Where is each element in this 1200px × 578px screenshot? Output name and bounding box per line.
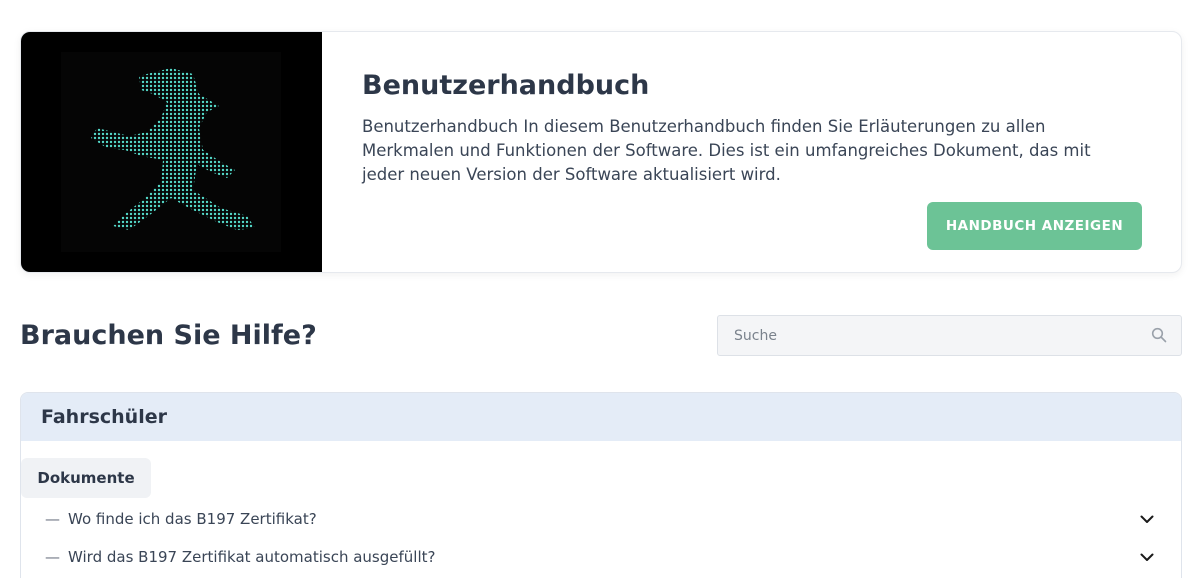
search-icon[interactable] <box>1151 327 1167 343</box>
tab-documents[interactable]: Dokumente <box>21 458 151 498</box>
search-box <box>717 315 1182 356</box>
dash-marker: — <box>45 510 60 528</box>
chevron-down-icon[interactable] <box>1139 511 1155 527</box>
show-manual-button[interactable]: HANDBUCH ANZEIGEN <box>927 202 1142 250</box>
faq-item[interactable]: — Wo finde ich das B197 Zertifikat? <box>45 507 1155 531</box>
dash-marker: — <box>45 548 60 566</box>
panel-header: Fahrschüler <box>21 393 1181 441</box>
faq-panel: Fahrschüler Dokumente — Wo finde ich das… <box>20 392 1182 578</box>
faq-question[interactable]: Wird das B197 Zertifikat automatisch aus… <box>68 548 1139 566</box>
ampelmann-image <box>21 32 322 272</box>
faq-question[interactable]: Wo finde ich das B197 Zertifikat? <box>68 510 1139 528</box>
faq-item[interactable]: — Wird das B197 Zertifikat automatisch a… <box>45 545 1155 569</box>
chevron-down-icon[interactable] <box>1139 549 1155 565</box>
help-heading: Brauchen Sie Hilfe? <box>20 320 317 351</box>
manual-card: Benutzerhandbuch Benutzerhandbuch In die… <box>20 31 1182 273</box>
manual-title: Benutzerhandbuch <box>362 70 650 101</box>
manual-description: Benutzerhandbuch In diesem Benutzerhandb… <box>362 117 1091 184</box>
search-input[interactable] <box>718 316 1138 355</box>
